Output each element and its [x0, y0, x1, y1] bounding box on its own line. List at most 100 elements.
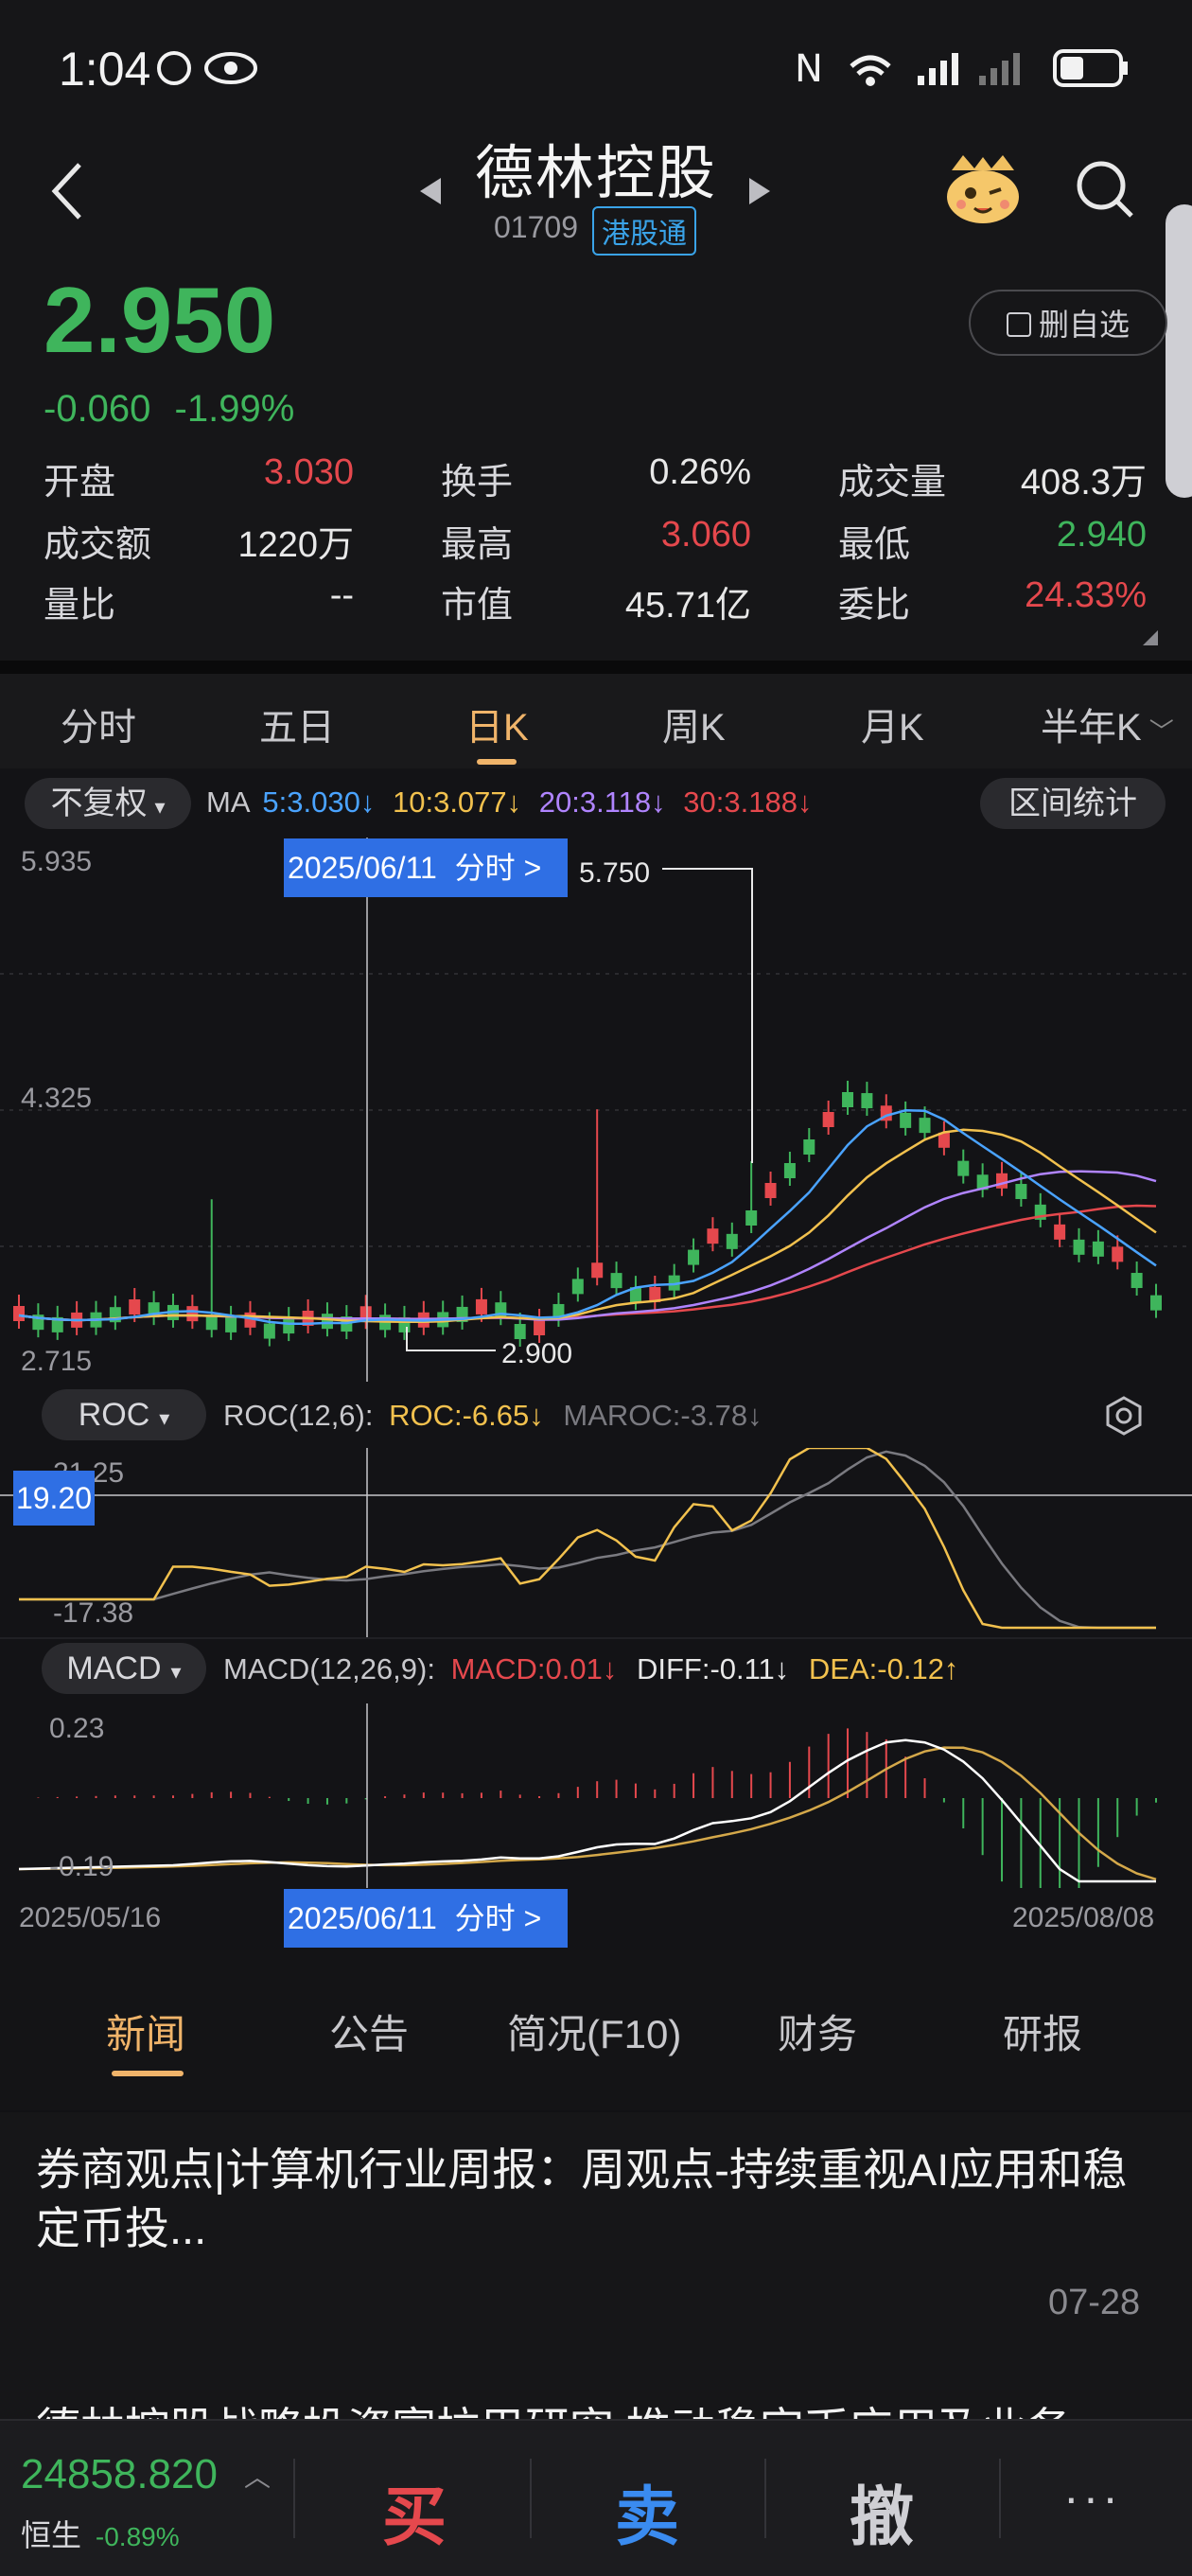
- tab-half-year-k[interactable]: 半年K ﹀: [1041, 697, 1174, 751]
- candle-body: [957, 1160, 970, 1176]
- candle-body: [514, 1324, 526, 1339]
- tab-monthly-k[interactable]: 月K: [861, 697, 924, 751]
- search-icon[interactable]: [1075, 159, 1135, 220]
- candle-body: [900, 1112, 912, 1128]
- min-price-label: 2.900: [501, 1338, 573, 1369]
- remove-watchlist-label: 删自选: [1038, 308, 1130, 342]
- macd-params: MACD(12,26,9):: [223, 1652, 435, 1685]
- quote-value-open: 3.030: [263, 452, 354, 492]
- max-marker-line: [662, 868, 753, 1163]
- candle-body: [861, 1093, 873, 1109]
- candle-body: [610, 1273, 622, 1289]
- candle-body: [764, 1183, 777, 1198]
- cursor-date: 2025/06/11: [288, 851, 437, 885]
- buy-button[interactable]: 买: [382, 2464, 447, 2558]
- candle-body: [783, 1163, 796, 1178]
- chevron-down-icon: ﹀: [1148, 717, 1174, 746]
- kline-y-top: 5.935: [21, 846, 93, 877]
- timeshare-link: 分时 >: [454, 1901, 542, 1935]
- max-price-label: 5.750: [579, 857, 651, 889]
- candle-body: [688, 1249, 700, 1265]
- divider: [293, 2459, 295, 2538]
- index-value[interactable]: 24858.820: [21, 2451, 218, 2498]
- tab-f10[interactable]: 简况(F10): [507, 2003, 681, 2060]
- price-change: -0.060 -1.99%: [44, 388, 294, 431]
- quote-value-market-cap: 45.71亿: [624, 586, 751, 626]
- news-item-title[interactable]: 券商观点|计算机行业周报：周观点-持续重视AI应用和稳定币投...: [36, 2141, 1156, 2258]
- candle-body: [842, 1092, 854, 1107]
- roc-legend: ROC(12,6): ROC:-6.65↓ MAROC:-3.78↓: [223, 1399, 763, 1433]
- news-item-partial[interactable]: 德林控股战略投资富拉巴研究 推动稳定币应用及业务: [0, 2385, 1192, 2419]
- tab-timeshare[interactable]: 分时: [61, 697, 136, 751]
- expand-corner-icon[interactable]: [1141, 628, 1160, 647]
- candle-body: [1131, 1273, 1143, 1289]
- quote-label-open: 开盘: [44, 463, 116, 503]
- divider: [999, 2459, 1001, 2538]
- roc-selector-label: ROC: [78, 1397, 150, 1433]
- status-notification-icons: [157, 51, 257, 85]
- maroc-value: MAROC:-3.78↓: [563, 1399, 763, 1432]
- macd-chart[interactable]: [0, 1703, 1192, 1888]
- quote-value-amount: 1220万: [237, 525, 354, 565]
- tab-daily-k[interactable]: 日K: [465, 697, 529, 751]
- side-drawer-handle[interactable]: [1166, 204, 1192, 498]
- cancel-order-button[interactable]: 撤: [850, 2464, 914, 2558]
- cursor-date-tag[interactable]: 2025/06/11 分时 >: [284, 838, 568, 897]
- kline-chart[interactable]: [0, 838, 1192, 1382]
- tab-announcements[interactable]: 公告: [329, 2003, 409, 2060]
- tab-news[interactable]: 新闻: [106, 2003, 185, 2060]
- status-time: 1:04: [59, 43, 151, 96]
- timeshare-link: 分时 >: [454, 851, 542, 885]
- sell-button[interactable]: 卖: [615, 2464, 679, 2558]
- macd-value: MACD:0.01↓: [450, 1652, 618, 1685]
- chevron-down-icon: ▾: [159, 1406, 170, 1430]
- candle-body: [996, 1173, 1008, 1189]
- x-axis-start: 2025/05/16: [19, 1902, 162, 1933]
- roc-value: ROC:-6.65↓: [389, 1399, 544, 1432]
- roc-selector[interactable]: ROC ▾: [42, 1389, 206, 1440]
- adjust-selector[interactable]: 不复权 ▾: [25, 778, 191, 829]
- candle-body: [726, 1233, 738, 1249]
- chevron-up-icon: ︿: [244, 2462, 272, 2492]
- next-stock-icon[interactable]: [747, 176, 772, 206]
- cursor-date: 2025/06/11: [288, 1901, 437, 1935]
- candle-body: [919, 1118, 931, 1134]
- connect-badge: 港股通: [592, 206, 696, 256]
- maroc-line: [19, 1450, 1156, 1630]
- ma-label: MA: [206, 785, 249, 819]
- more-button[interactable]: ···: [1063, 2470, 1122, 2525]
- tab-financials[interactable]: 财务: [778, 2003, 857, 2060]
- minus-box-icon: [1006, 311, 1031, 337]
- index-change: -0.89%: [95, 2522, 180, 2551]
- settings-hexagon-icon[interactable]: [1103, 1395, 1145, 1437]
- mascot-icon[interactable]: [942, 151, 1024, 227]
- tab-research[interactable]: 研报: [1003, 2003, 1082, 2060]
- change-percent: -1.99%: [174, 388, 295, 430]
- roc-cursor-value: 19.20: [13, 1471, 95, 1526]
- quote-value-turnover: 0.26%: [649, 452, 751, 492]
- tab-weekly-k[interactable]: 周K: [662, 697, 726, 751]
- stock-code: 01709: [494, 210, 578, 244]
- x-axis-end: 2025/08/08: [1012, 1902, 1155, 1933]
- dea-line: [18, 1746, 1157, 1880]
- ma-legend: MA 5:3.030↓ 10:3.077↓ 20:3.118↓ 30:3.188…: [206, 785, 812, 820]
- quote-value-volume: 408.3万: [1020, 463, 1147, 503]
- remove-watchlist-button[interactable]: 删自选: [969, 290, 1167, 356]
- index-name: 恒生 -0.89%: [21, 2512, 180, 2555]
- roc-params: ROC(12,6):: [223, 1399, 374, 1432]
- quote-value-low: 2.940: [1056, 515, 1147, 555]
- range-stats-button[interactable]: 区间统计: [980, 778, 1166, 829]
- cursor-date-tag-bottom[interactable]: 2025/06/11 分时 >: [284, 1889, 568, 1948]
- candle-body: [186, 1306, 199, 1322]
- candle-body: [13, 1306, 25, 1321]
- roc-chart[interactable]: [0, 1448, 1192, 1637]
- tab-half-year-label: 半年K: [1041, 707, 1142, 749]
- candle-body: [129, 1299, 141, 1315]
- tab-five-day[interactable]: 五日: [259, 697, 335, 751]
- candlesticks: [13, 1081, 1162, 1347]
- candle-body: [1015, 1184, 1027, 1200]
- ma10-line: [18, 1128, 1157, 1324]
- macd-selector[interactable]: MACD ▾: [42, 1643, 206, 1694]
- chevron-down-icon: ▾: [170, 1660, 182, 1684]
- candle-body: [571, 1279, 584, 1295]
